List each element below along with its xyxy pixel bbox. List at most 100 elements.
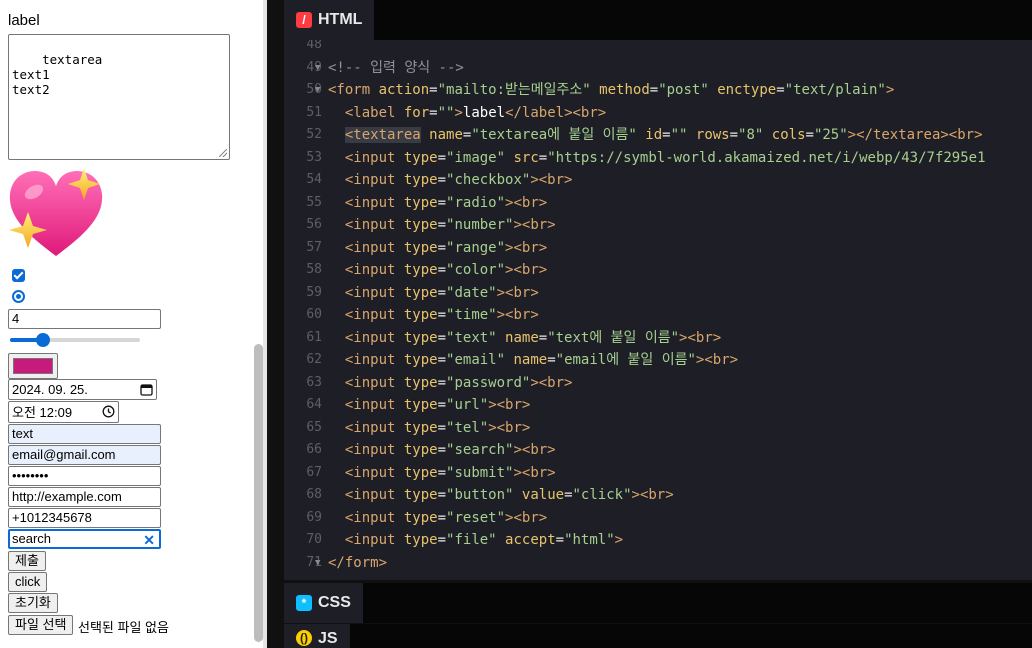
preview-scrollbar[interactable]: [254, 344, 263, 642]
number-input[interactable]: 4: [8, 309, 161, 329]
file-status-text: 선택된 파일 없음: [78, 620, 169, 635]
code-token: <input: [344, 262, 404, 278]
line-number: 52: [306, 127, 322, 142]
code-token: =: [437, 307, 447, 323]
line-number: 58: [306, 262, 322, 277]
submit-button[interactable]: 제출: [8, 551, 46, 571]
code-token: <input: [344, 419, 404, 436]
fold-arrow-icon[interactable]: ▼: [315, 79, 320, 102]
code-token: "": [437, 104, 455, 121]
code-token: ><br>: [496, 307, 539, 323]
textarea-value: textarea text1 text2: [12, 52, 103, 97]
tab-css-label: CSS: [318, 594, 351, 611]
code-token: value: [521, 487, 565, 503]
code-token: "text에 붙일 이름": [547, 329, 680, 346]
image-input-button[interactable]: [6, 166, 106, 260]
code-token: type: [403, 284, 438, 301]
code-token: </label><br>: [505, 104, 607, 121]
code-token: "checkbox": [446, 172, 531, 188]
text-input[interactable]: text: [8, 424, 161, 444]
code-token: ></textarea><br>: [847, 127, 983, 143]
code-token: =: [437, 329, 447, 346]
code-token: "html": [564, 532, 615, 548]
code-token: <label: [344, 104, 404, 121]
calendar-icon[interactable]: [140, 383, 153, 396]
code-token: enctype: [717, 82, 777, 98]
search-input[interactable]: search ✕: [8, 529, 161, 549]
textarea-field[interactable]: textarea text1 text2: [8, 34, 230, 160]
clock-icon[interactable]: [102, 405, 115, 418]
code-text: <input type="color"><br>: [328, 259, 547, 282]
code-token: =: [437, 262, 447, 278]
range-thumb[interactable]: [35, 333, 50, 347]
html-code-area[interactable]: 48 49 ▼ <!-- 입력 양식 --> 50 ▼ <form action="mail…: [284, 40, 1032, 580]
code-token: >: [885, 82, 895, 98]
clear-search-icon[interactable]: ✕: [143, 532, 155, 547]
line-number: 70: [306, 532, 322, 547]
code-token: =: [805, 127, 814, 143]
code-token: </form>: [328, 554, 388, 571]
reset-button[interactable]: 초기화: [8, 593, 58, 613]
code-token: =: [437, 172, 447, 188]
code-text: <input type="image" src="https://symbl-w…: [328, 147, 986, 170]
time-input[interactable]: 오전 12:09: [8, 401, 119, 423]
tab-html[interactable]: / HTML: [284, 0, 375, 40]
choose-file-button[interactable]: 파일 선택: [8, 615, 74, 635]
code-token: =: [437, 194, 447, 211]
password-input[interactable]: ••••••••: [8, 466, 161, 486]
code-token: <input: [344, 172, 404, 188]
code-token: <input: [344, 329, 404, 346]
code-token: ><br>: [530, 374, 573, 391]
code-token: <input: [344, 149, 404, 166]
date-input[interactable]: 2024. 09. 25.: [8, 379, 157, 400]
code-text: <input type="radio"><br>: [328, 192, 547, 215]
url-input[interactable]: http://example.com: [8, 487, 161, 507]
click-button[interactable]: click: [8, 572, 48, 592]
code-text: <input type="date"><br>: [328, 282, 539, 305]
line-number: 68: [306, 487, 322, 502]
code-token: =: [437, 509, 447, 526]
code-token: "mailto:받는메일주소": [437, 82, 591, 98]
code-text: <input type="button" value="click"><br>: [328, 484, 674, 507]
checkbox[interactable]: [12, 269, 25, 282]
code-token: =: [538, 329, 548, 346]
code-text: </form>: [328, 552, 387, 575]
tab-js[interactable]: () JS: [284, 624, 350, 648]
email-input[interactable]: email@gmail.com: [8, 445, 161, 465]
code-token: name: [429, 127, 463, 143]
code-token: <input: [344, 307, 404, 323]
line-number: 64: [306, 397, 322, 412]
code-token: ><br>: [505, 262, 548, 278]
code-token: action: [378, 82, 430, 98]
code-token: "": [670, 127, 688, 143]
fold-arrow-icon[interactable]: ▼: [315, 57, 320, 80]
code-token: accept: [505, 532, 556, 548]
code-token: =: [776, 82, 785, 98]
code-editor-pane: / HTML 48 49 ▼ <!-- 입력 양식 --> 50 ▼ <form actio…: [267, 0, 1032, 648]
tab-css[interactable]: * CSS: [284, 583, 363, 623]
line-number: 61: [306, 329, 322, 345]
code-token: =: [437, 217, 447, 233]
code-text: <input type="checkbox"><br>: [328, 169, 573, 192]
color-picker[interactable]: [8, 353, 58, 379]
color-swatch: [13, 358, 53, 374]
range-slider[interactable]: [10, 333, 140, 347]
code-token: <input: [344, 442, 404, 458]
resize-grip-icon[interactable]: [219, 149, 227, 157]
code-token: type: [403, 374, 438, 391]
result-preview-pane: label textarea text1 text2 4 2024. 09. 2…: [0, 0, 253, 648]
fold-arrow-icon[interactable]: ▼: [315, 552, 320, 575]
code-token: ><br>: [679, 329, 722, 346]
code-token: type: [403, 307, 438, 323]
code-token: type: [403, 239, 438, 256]
radio-button[interactable]: [12, 290, 25, 303]
tel-input[interactable]: +1012345678: [8, 508, 161, 528]
code-token: "image": [446, 149, 506, 166]
